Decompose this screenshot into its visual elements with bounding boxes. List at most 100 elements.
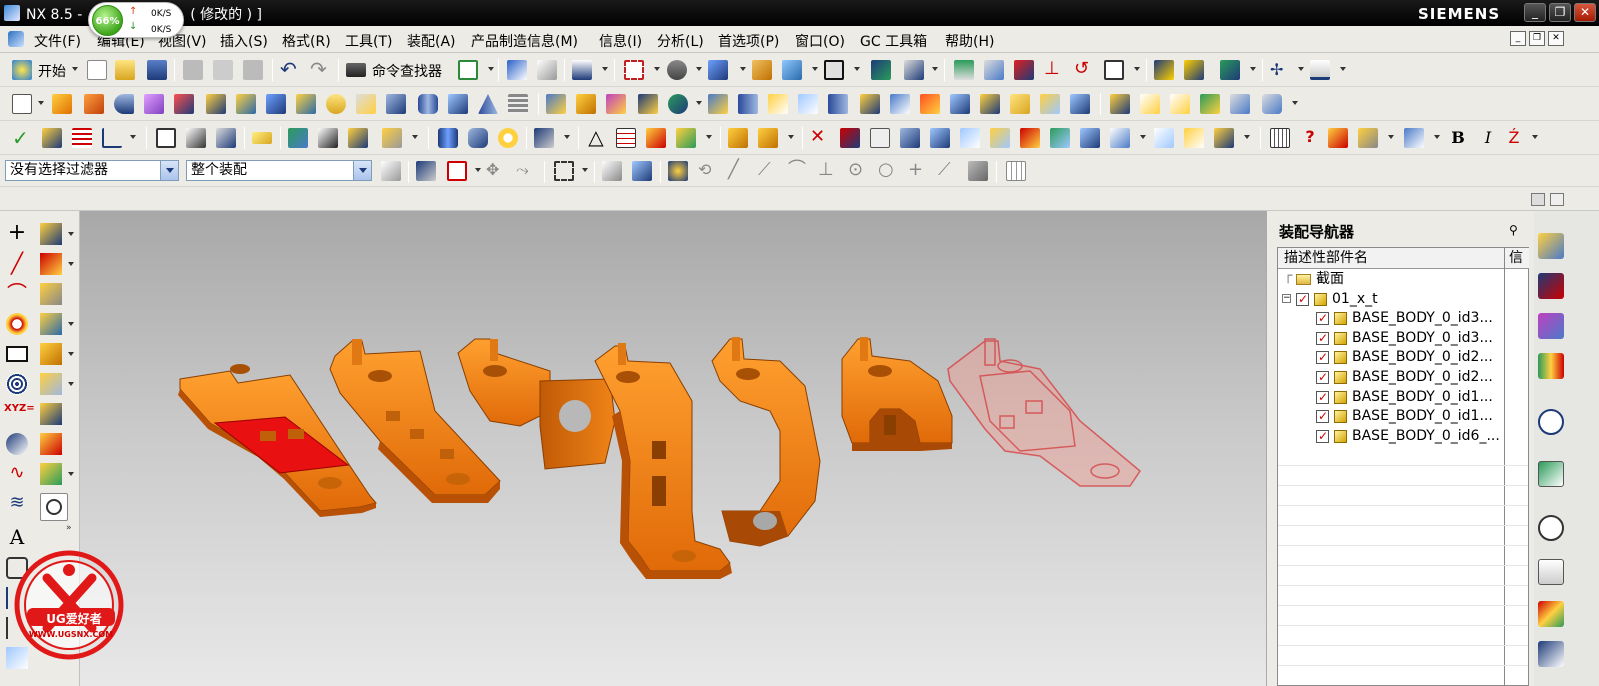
edge-blend-icon[interactable]	[798, 94, 818, 114]
washer-icon[interactable]	[498, 128, 518, 148]
associative-icon[interactable]	[40, 313, 62, 335]
menu-insert[interactable]: 插入(S)	[220, 31, 268, 51]
layers-icon[interactable]	[537, 60, 557, 80]
snap-end-icon[interactable]	[668, 161, 688, 181]
close-button[interactable]: ✕	[1574, 3, 1596, 22]
slot-icon[interactable]	[326, 94, 346, 114]
part-ring-clamp[interactable]	[841, 337, 953, 451]
pad-icon[interactable]	[296, 94, 316, 114]
unite-icon[interactable]	[638, 94, 658, 114]
collapse-icon[interactable]: −	[1282, 293, 1291, 303]
gears-dropdown-icon[interactable]	[788, 135, 794, 139]
tangent-icon[interactable]: ⊥	[818, 161, 838, 181]
datum-csys-icon[interactable]	[1014, 60, 1034, 80]
cross-icon[interactable]: ✕	[810, 128, 830, 148]
cursor-icon[interactable]: ✥	[486, 161, 506, 181]
component-filter-icon[interactable]	[381, 161, 401, 181]
reuse-library-tab-icon[interactable]	[1538, 353, 1564, 379]
grid-icon[interactable]	[984, 60, 1004, 80]
paste-icon[interactable]	[243, 60, 263, 80]
scale-body-icon[interactable]	[950, 94, 970, 114]
deselect-icon[interactable]	[602, 161, 622, 181]
hammer-icon[interactable]	[318, 128, 338, 148]
wcs-origin-icon[interactable]: ⊥	[1044, 60, 1064, 80]
pattern-icon[interactable]	[576, 94, 596, 114]
network-meter-widget[interactable]: 66% ↑ ↓ 0K/S 0K/S	[88, 2, 184, 38]
clipping-icon[interactable]	[752, 60, 772, 80]
tree-row-part[interactable]: BASE_BODY_0_id1...	[1278, 388, 1504, 408]
maximize-button[interactable]: ❐	[1549, 3, 1571, 22]
offset-curve-icon[interactable]: ≋	[6, 493, 28, 515]
studio-spline-icon[interactable]: ∿	[6, 463, 28, 485]
studio-icon[interactable]	[1214, 128, 1234, 148]
axis-icon[interactable]	[102, 128, 122, 148]
arc-icon[interactable]: ⌒	[788, 161, 808, 181]
unparameterize-dropdown-icon[interactable]	[68, 472, 74, 476]
reuse-icon[interactable]	[676, 128, 696, 148]
associative-dropdown-icon[interactable]	[68, 322, 74, 326]
tool-icon[interactable]	[840, 128, 860, 148]
mirror-icon[interactable]	[606, 94, 626, 114]
revolve-icon[interactable]	[84, 94, 104, 114]
visibility-checkbox[interactable]	[1316, 427, 1329, 446]
save-icon[interactable]	[147, 60, 167, 80]
pin-icon[interactable]: ⚲	[1509, 223, 1518, 237]
extrude-icon[interactable]	[52, 94, 72, 114]
ruler-icon[interactable]	[1310, 60, 1330, 80]
datum-plane-icon[interactable]	[546, 94, 566, 114]
line-tool-icon[interactable]: ╱	[6, 253, 28, 275]
calc-icon[interactable]	[646, 128, 666, 148]
frame-icon[interactable]	[156, 128, 176, 148]
unparameterize-icon[interactable]	[40, 463, 62, 485]
menu-assembly[interactable]: 装配(A)	[407, 31, 456, 51]
face-icon[interactable]	[870, 128, 890, 148]
assembly-navigator-tab-icon[interactable]	[1538, 233, 1564, 259]
rect-select-icon[interactable]	[554, 161, 574, 181]
visibility-checkbox[interactable]	[1316, 388, 1329, 407]
route-icon[interactable]	[288, 128, 308, 148]
strip-restore-icon[interactable]	[1531, 193, 1545, 206]
help-icon[interactable]: ?	[1300, 128, 1320, 148]
edit-datum-dropdown-icon[interactable]	[68, 262, 74, 266]
tree-row-part[interactable]: BASE_BODY_0_id3...	[1278, 329, 1504, 349]
pencil-icon[interactable]	[507, 60, 527, 80]
gears-icon[interactable]	[758, 128, 778, 148]
thicken-icon[interactable]	[920, 94, 940, 114]
wave-link-icon[interactable]	[40, 373, 62, 395]
tree-row-part[interactable]: BASE_BODY_0_id1...	[1278, 407, 1504, 427]
patch-icon[interactable]	[1040, 94, 1060, 114]
extension-icon[interactable]	[1050, 128, 1070, 148]
leader-dropdown-icon[interactable]	[1434, 135, 1440, 139]
visibility-checkbox[interactable]	[1316, 368, 1329, 387]
menu-preferences[interactable]: 首选项(P)	[718, 31, 779, 51]
visibility-checkbox[interactable]	[1316, 407, 1329, 426]
view-layers-icon[interactable]	[216, 128, 236, 148]
point-icon[interactable]: +	[6, 222, 28, 245]
ruler-dropdown-icon[interactable]	[1340, 67, 1346, 71]
redo-icon[interactable]: ↷	[310, 59, 330, 80]
geometry-link-icon[interactable]	[40, 403, 62, 425]
groove-icon[interactable]	[356, 94, 376, 114]
datum-dropdown-icon[interactable]	[68, 232, 74, 236]
thread-icon[interactable]	[508, 94, 528, 114]
measure-body-icon[interactable]	[40, 433, 62, 455]
offset-face-icon[interactable]	[738, 94, 758, 114]
boss-icon[interactable]	[236, 94, 256, 114]
bolt-icon[interactable]	[468, 128, 488, 148]
add-component-icon[interactable]	[42, 128, 62, 148]
history-tab-icon[interactable]	[1538, 515, 1564, 541]
cut-icon[interactable]	[183, 60, 203, 80]
note-table-icon[interactable]	[1270, 128, 1290, 148]
tree-row-section[interactable]: ┌ 截面	[1278, 268, 1504, 290]
select-icon[interactable]	[572, 60, 592, 80]
combine-dropdown-icon[interactable]	[68, 352, 74, 356]
arc-tool-icon[interactable]: ⌒	[6, 283, 28, 305]
doc-restore-button[interactable]: ❐	[1529, 31, 1545, 46]
constraint-navigator-tab-icon[interactable]	[1538, 273, 1564, 299]
select-dropdown-icon[interactable]	[602, 67, 608, 71]
background-dropdown-icon[interactable]	[854, 67, 860, 71]
rendering-icon[interactable]	[667, 60, 687, 80]
nx-app-icon[interactable]	[4, 5, 20, 21]
grid-snap-icon[interactable]	[1006, 161, 1026, 181]
helix-tool-icon[interactable]	[6, 373, 28, 395]
